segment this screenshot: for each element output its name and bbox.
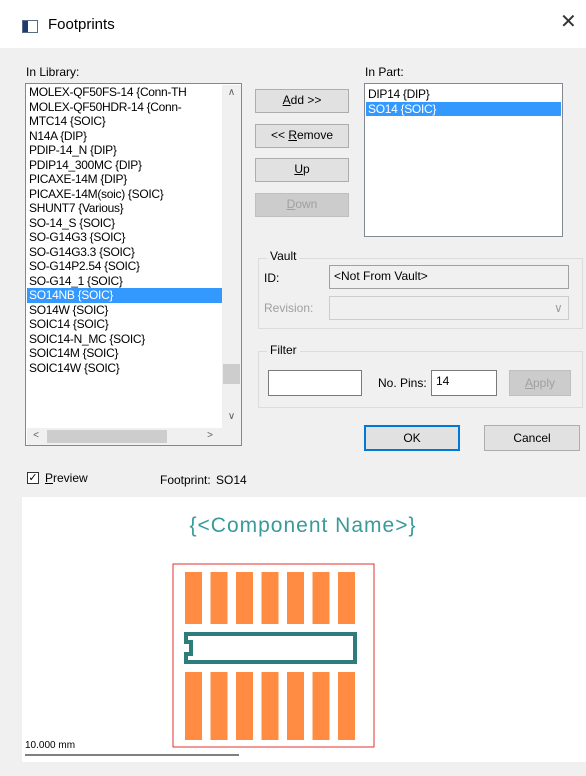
- apply-button-initial: A: [524, 376, 533, 390]
- preview-label-rest: review: [53, 471, 88, 485]
- list-item[interactable]: PDIP14_300MC {DIP}: [27, 158, 222, 173]
- pad: [210, 572, 228, 624]
- in-library-label: In Library:: [26, 65, 80, 79]
- preview-checkbox[interactable]: ✓: [27, 472, 39, 484]
- in-part-listbox[interactable]: DIP14 {DIP} SO14 {SOIC}: [364, 83, 563, 237]
- filter-text-input[interactable]: [268, 370, 362, 396]
- top-pad-row: [185, 572, 355, 624]
- up-button-label: p: [302, 162, 310, 176]
- list-item[interactable]: SO-G14G3.3 {SOIC}: [27, 245, 222, 260]
- no-pins-label: No. Pins:: [378, 376, 427, 390]
- up-button[interactable]: Up: [255, 158, 349, 182]
- component-name-text: {<Component Name>}: [190, 514, 417, 537]
- remove-button[interactable]: << Remove: [255, 124, 349, 148]
- part-items: DIP14 {DIP} SO14 {SOIC}: [366, 87, 561, 116]
- pad: [185, 672, 202, 740]
- list-item[interactable]: SOIC14W {SOIC}: [27, 361, 222, 376]
- list-item[interactable]: SOIC14 {SOIC}: [27, 317, 222, 332]
- list-item[interactable]: N14A {DIP}: [27, 129, 222, 144]
- remove-button-prefix: <<: [270, 128, 289, 142]
- add-button-label-initial: A: [282, 93, 291, 107]
- add-button[interactable]: Add >>: [255, 89, 349, 113]
- pad: [261, 672, 279, 740]
- scroll-down-icon[interactable]: ∨: [222, 411, 241, 422]
- up-button-initial: U: [294, 162, 303, 176]
- add-button-label: dd >>: [290, 93, 322, 107]
- filter-group-title: Filter: [267, 343, 300, 357]
- pad: [312, 572, 330, 624]
- list-item[interactable]: SO14NB {SOIC}: [27, 288, 222, 303]
- vault-group-title: Vault: [267, 249, 300, 263]
- list-item[interactable]: SO-G14P2.54 {SOIC}: [27, 259, 222, 274]
- preview-label[interactable]: Preview: [45, 471, 88, 485]
- list-item[interactable]: PICAXE-14M {DIP}: [27, 172, 222, 187]
- pad: [185, 572, 202, 624]
- list-item[interactable]: PICAXE-14M(soic) {SOIC}: [27, 187, 222, 202]
- remove-button-label: emove: [297, 128, 334, 142]
- pad: [210, 672, 228, 740]
- scale-label: 10.000 mm: [25, 740, 75, 751]
- list-item[interactable]: DIP14 {DIP}: [366, 87, 561, 102]
- close-icon[interactable]: ✕: [560, 12, 577, 32]
- down-button[interactable]: Down: [255, 193, 349, 217]
- apply-button[interactable]: Apply: [509, 370, 571, 396]
- list-item[interactable]: SO-14_S {SOIC}: [27, 216, 222, 231]
- in-part-label: In Part:: [365, 65, 404, 79]
- bottom-pad-row: [185, 672, 355, 740]
- vault-id-label: ID:: [264, 271, 280, 285]
- ok-button[interactable]: OK: [364, 425, 460, 451]
- revision-label: Revision:: [264, 301, 314, 315]
- apply-button-label: pply: [533, 376, 556, 390]
- footprint-label: Footprint:: [160, 473, 211, 487]
- footprint-preview[interactable]: {<Component Name>} 10.000 mm: [22, 497, 586, 762]
- list-item[interactable]: MTC14 {SOIC}: [27, 114, 222, 129]
- scroll-corner: [222, 428, 241, 445]
- list-item[interactable]: SO14 {SOIC}: [366, 101, 561, 116]
- no-pins-input[interactable]: 14: [431, 370, 497, 396]
- remove-button-initial: R: [288, 128, 297, 142]
- footprint-value: SO14: [216, 473, 247, 487]
- vscroll-thumb[interactable]: [223, 364, 240, 384]
- pad: [287, 572, 304, 624]
- library-items: MOLEX-QF50FS-14 {Conn-TH MOLEX-QF50HDR-14…: [27, 85, 222, 375]
- list-item[interactable]: PDIP-14_N {DIP}: [27, 143, 222, 158]
- list-item[interactable]: MOLEX-QF50FS-14 {Conn-TH: [27, 85, 222, 100]
- hscroll-thumb[interactable]: [47, 430, 167, 443]
- list-item[interactable]: SO14W {SOIC}: [27, 303, 222, 318]
- pad: [261, 572, 279, 624]
- list-item[interactable]: SO-G14_1 {SOIC}: [27, 274, 222, 289]
- list-item[interactable]: SOIC14-N_MC {SOIC}: [27, 332, 222, 347]
- component-body-outline: [184, 632, 357, 664]
- library-vscrollbar[interactable]: ∧ ∨: [222, 85, 241, 428]
- combo-chevron-down-icon[interactable]: ∨: [554, 298, 563, 318]
- list-item[interactable]: MOLEX-QF50HDR-14 {Conn-: [27, 100, 222, 115]
- revision-combo[interactable]: ∨: [329, 296, 569, 320]
- library-hscrollbar[interactable]: < >: [27, 428, 222, 445]
- preview-label-initial: P: [45, 471, 54, 485]
- list-item[interactable]: SO-G14G3 {SOIC}: [27, 230, 222, 245]
- down-button-label: own: [295, 197, 318, 211]
- list-item[interactable]: SHUNT7 {Various}: [27, 201, 222, 216]
- window-app-icon: [22, 20, 38, 33]
- pad: [338, 672, 355, 740]
- list-item[interactable]: SOIC14M {SOIC}: [27, 346, 222, 361]
- window-title: Footprints: [48, 16, 115, 33]
- pad: [312, 672, 330, 740]
- pad: [338, 572, 355, 624]
- scroll-right-icon[interactable]: >: [203, 430, 217, 441]
- pad: [236, 672, 253, 740]
- scroll-up-icon[interactable]: ∧: [222, 87, 241, 98]
- vault-id-field: <Not From Vault>: [329, 265, 569, 289]
- pad: [236, 572, 253, 624]
- cancel-button[interactable]: Cancel: [484, 425, 580, 451]
- library-listbox[interactable]: MOLEX-QF50FS-14 {Conn-TH MOLEX-QF50HDR-14…: [25, 83, 242, 446]
- footprint-drawing: {<Component Name>} 10.000 mm: [25, 514, 417, 756]
- pad: [287, 672, 304, 740]
- scroll-left-icon[interactable]: <: [29, 430, 43, 441]
